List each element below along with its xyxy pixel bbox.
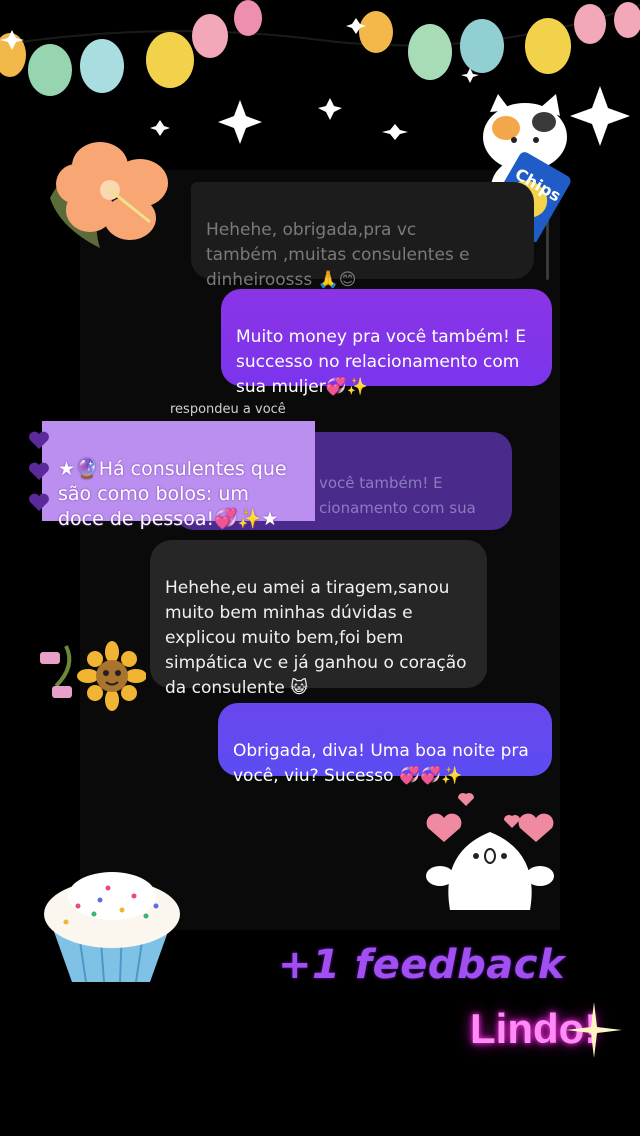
sticker-note: ★🔮Há consulentes que são como bolos: um … bbox=[42, 421, 315, 530]
purple-heart-icon bbox=[29, 431, 49, 449]
message-text: Hehehe,eu amei a tiragem,sanou muito bem… bbox=[165, 578, 467, 698]
sticker-note-text: ★🔮Há consulentes que são como bolos: um … bbox=[58, 458, 287, 530]
quoted-text: você também! E cionamento com sua bbox=[319, 474, 476, 517]
roller-skate-sticker bbox=[40, 652, 60, 664]
message-outgoing[interactable]: Obrigada, diva! Uma boa noite pra você, … bbox=[218, 703, 552, 786]
hibiscus-flower-sticker bbox=[50, 142, 168, 248]
purple-heart-icon bbox=[29, 462, 49, 480]
message-outgoing[interactable]: Muito money pra você também! E successo … bbox=[221, 289, 552, 397]
sunflower-sticker bbox=[40, 641, 146, 711]
purple-heart-icon bbox=[29, 493, 49, 511]
message-incoming[interactable]: Hehehe, obrigada,pra vc também ,muitas c… bbox=[191, 182, 534, 290]
sparkle-icon bbox=[566, 1002, 622, 1058]
cupcake-sticker bbox=[44, 872, 180, 983]
bunny-hearts-sticker bbox=[426, 793, 554, 910]
reply-label: respondeu a você bbox=[170, 402, 286, 417]
feedback-label: +1 feedback bbox=[278, 942, 566, 988]
message-incoming[interactable]: Hehehe,eu amei a tiragem,sanou muito bem… bbox=[150, 540, 487, 698]
